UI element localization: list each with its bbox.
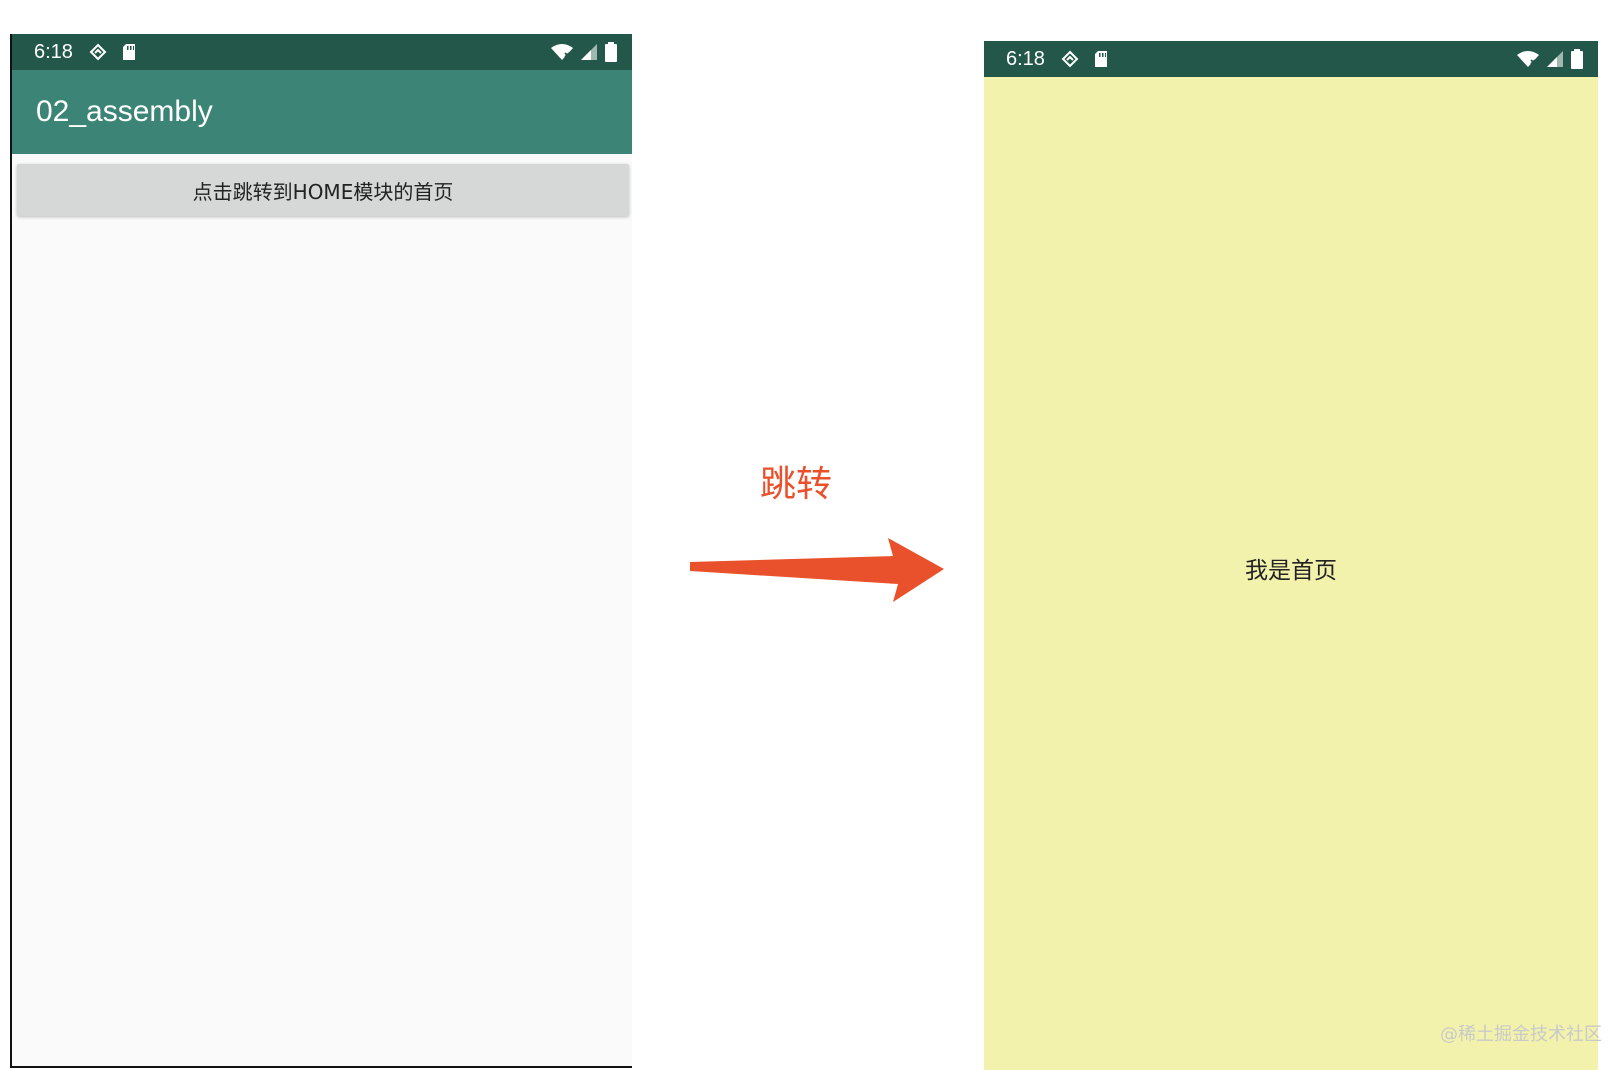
- app-title: 02_assembly: [36, 95, 213, 128]
- right-phone-screen: 6:18 我是首页: [984, 41, 1598, 1070]
- battery-icon: [1570, 49, 1584, 69]
- left-phone-screen: 6:18 02_assembly 点击跳转到HOME模块的首页: [10, 34, 632, 1068]
- status-bar: 6:18: [12, 34, 632, 70]
- app-bar: 02_assembly: [12, 70, 632, 154]
- status-time: 6:18: [1006, 47, 1045, 70]
- home-page-text: 我是首页: [1245, 558, 1337, 584]
- sd-card-icon: [121, 43, 137, 61]
- wifi-icon: [1516, 50, 1540, 68]
- status-bar: 6:18: [984, 41, 1598, 77]
- signal-icon: [580, 43, 598, 61]
- jump-to-home-button[interactable]: 点击跳转到HOME模块的首页: [17, 164, 629, 216]
- sync-icon: [1061, 50, 1079, 68]
- battery-icon: [604, 42, 618, 62]
- wifi-icon: [550, 43, 574, 61]
- jump-label: 跳转: [760, 464, 833, 505]
- right-arrow-icon: [688, 538, 948, 608]
- status-time: 6:18: [34, 40, 73, 63]
- sync-icon: [89, 43, 107, 61]
- watermark: @稀土掘金技术社区: [1440, 1024, 1602, 1045]
- signal-icon: [1546, 50, 1564, 68]
- sd-card-icon: [1093, 50, 1109, 68]
